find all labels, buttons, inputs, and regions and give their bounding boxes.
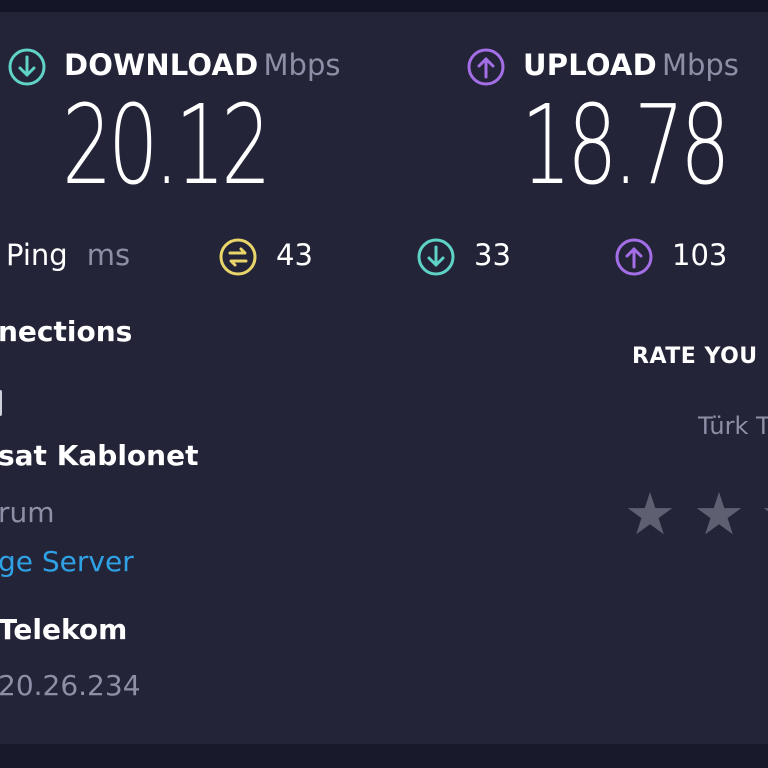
download-speed-value: 20.12 bbox=[62, 81, 271, 209]
download-label: DOWNLOAD bbox=[64, 48, 259, 82]
rate-provider-title: RATE YOU bbox=[632, 344, 758, 369]
upload-ping-icon bbox=[615, 238, 653, 276]
connection-mode-icon[interactable] bbox=[0, 390, 2, 416]
download-icon bbox=[8, 48, 46, 86]
rating-star-1-icon[interactable]: ★ bbox=[624, 485, 676, 543]
ping-header: Ping ms bbox=[6, 238, 130, 272]
isp-name: sat Kablonet bbox=[0, 439, 199, 472]
unloaded-ping-value: 43 bbox=[276, 238, 313, 272]
server-name: Telekom bbox=[0, 613, 128, 646]
upload-label: UPLOAD bbox=[523, 48, 657, 82]
ping-label: Ping bbox=[6, 238, 68, 272]
download-ping-value: 33 bbox=[474, 238, 511, 272]
connections-title: nections bbox=[0, 315, 133, 348]
results-panel: DOWNLOAD Mbps 20.12 UPLOAD Mbps 18.78 Pi… bbox=[0, 12, 768, 744]
ip-address: 20.26.234 bbox=[0, 669, 141, 702]
change-server-link[interactable]: ge Server bbox=[0, 545, 134, 578]
unloaded-ping-icon bbox=[219, 238, 257, 276]
ping-unit: ms bbox=[86, 238, 131, 272]
download-header: DOWNLOAD Mbps bbox=[64, 48, 340, 82]
rating-star-3-icon[interactable]: ★ bbox=[760, 485, 768, 543]
bottom-bar bbox=[0, 744, 768, 768]
upload-header: UPLOAD Mbps bbox=[523, 48, 739, 82]
upload-ping-value: 103 bbox=[672, 238, 728, 272]
upload-speed-value: 18.78 bbox=[521, 81, 730, 209]
download-unit: Mbps bbox=[263, 48, 341, 82]
upload-icon bbox=[467, 48, 505, 86]
speedtest-window: DOWNLOAD Mbps 20.12 UPLOAD Mbps 18.78 Pi… bbox=[0, 0, 768, 768]
isp-location: rum bbox=[0, 496, 55, 529]
download-ping-icon bbox=[417, 238, 455, 276]
upload-unit: Mbps bbox=[661, 48, 739, 82]
rating-star-2-icon[interactable]: ★ bbox=[693, 485, 745, 543]
provider-name: Türk T bbox=[698, 412, 768, 440]
